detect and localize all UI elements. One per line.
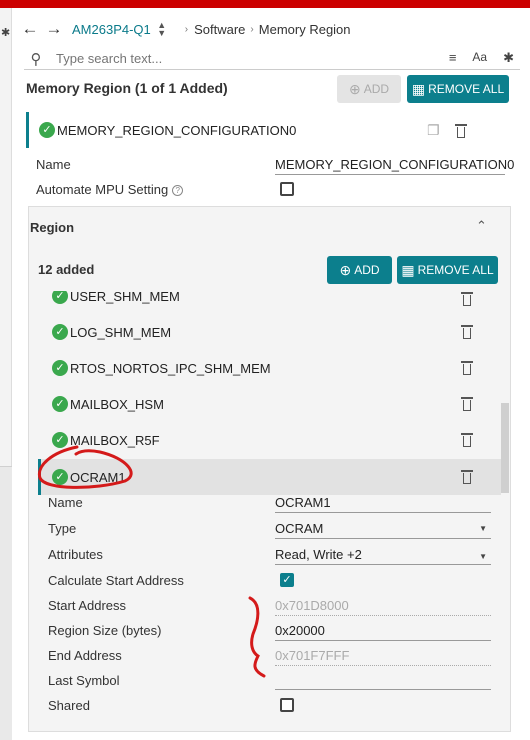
trash-icon[interactable] xyxy=(461,325,473,339)
list-item-label: LOG_SHM_MEM xyxy=(70,324,172,340)
list-view-icon[interactable]: ≡ xyxy=(449,50,457,66)
remove-all-label: REMOVE ALL xyxy=(428,82,505,96)
font-size-icon[interactable]: Aa xyxy=(472,50,487,66)
list-item[interactable]: ✓ RTOS_NORTOS_IPC_SHM_MEM xyxy=(38,350,501,386)
config-instance-label: MEMORY_REGION_CONFIGURATION0 xyxy=(57,122,297,138)
config-instance-row[interactable]: ✓ MEMORY_REGION_CONFIGURATION0 ❐ xyxy=(26,112,510,148)
remove-all-region-button[interactable]: ▦ REMOVE ALL xyxy=(397,256,498,284)
list-item[interactable]: ✓ LOG_SHM_MEM xyxy=(38,314,501,350)
automate-mpu-label: Automate MPU Setting? xyxy=(36,182,184,197)
asterisk-icon[interactable]: ✱ xyxy=(503,50,514,66)
add-region-button[interactable]: ⊕ ADD xyxy=(327,256,392,284)
search-icon: ⚲ xyxy=(30,50,42,68)
last-symbol-label: Last Symbol xyxy=(48,673,120,688)
device-selector[interactable]: AM263P4-Q1 xyxy=(72,22,151,37)
automate-mpu-text: Automate MPU Setting xyxy=(36,182,169,197)
sort-updown-icon[interactable]: ▲ ▼ xyxy=(151,21,173,38)
list-item-label: USER_SHM_MEM xyxy=(70,291,180,304)
search-input[interactable] xyxy=(56,51,406,66)
breadcrumb-software[interactable]: Software xyxy=(194,22,245,37)
add-memory-region-button[interactable]: ⊕ ADD xyxy=(337,75,401,103)
attributes-value: Read, Write +2 xyxy=(275,547,362,562)
left-panel-box xyxy=(0,466,12,740)
add-circle-icon: ⊕ xyxy=(339,261,352,278)
config-name-label: Name xyxy=(36,157,71,172)
left-side-panel: ✱ xyxy=(0,8,12,740)
delete-list-icon: ▦ xyxy=(401,261,415,278)
dropdown-arrow-icon: ▼ xyxy=(479,552,487,561)
breadcrumb-memory-region[interactable]: Memory Region xyxy=(259,22,351,37)
region-size-field[interactable]: 0x20000 xyxy=(275,623,491,641)
arrow-right-icon[interactable]: → xyxy=(42,19,66,39)
properties-panel: ← → AM263P4-Q1 ▲ ▼ › Software › Memory Re… xyxy=(18,8,530,732)
help-icon[interactable]: ? xyxy=(172,185,184,197)
end-address-label: End Address xyxy=(48,648,122,663)
calc-start-checkbox[interactable]: ✓ xyxy=(280,573,294,587)
trash-icon[interactable] xyxy=(461,397,473,411)
asterisk-icon[interactable]: ✱ xyxy=(1,26,10,39)
start-address-field[interactable]: 0x701D8000 xyxy=(275,598,491,616)
automate-mpu-checkbox[interactable] xyxy=(280,182,294,196)
list-item[interactable]: ✓ MAILBOX_R5F xyxy=(38,422,501,458)
chevron-up-icon[interactable]: ⌃ xyxy=(476,218,487,234)
remove-all-label: REMOVE ALL xyxy=(417,263,494,277)
delete-list-icon: ▦ xyxy=(411,80,426,97)
attributes-label: Attributes xyxy=(48,547,103,562)
trash-icon[interactable] xyxy=(461,361,473,375)
region-name-label: Name xyxy=(48,495,83,510)
type-label: Type xyxy=(48,521,77,536)
type-value: OCRAM xyxy=(275,521,324,536)
list-item-label: MAILBOX_HSM xyxy=(70,396,164,412)
trash-icon[interactable] xyxy=(461,470,473,484)
region-list: ✓ USER_SHM_MEM ✓ LOG_SHM_MEM ✓ RTOS_NORT… xyxy=(38,291,501,496)
list-item[interactable]: ✓ MAILBOX_HSM xyxy=(38,386,501,422)
type-select[interactable]: OCRAM ▼ xyxy=(275,521,491,539)
chevron-right-icon: › xyxy=(250,23,254,35)
region-count: 12 added xyxy=(38,262,95,277)
check-circle-icon: ✓ xyxy=(52,291,68,304)
shared-label: Shared xyxy=(48,698,90,713)
region-name-field[interactable]: OCRAM1 xyxy=(275,495,491,513)
trash-icon[interactable] xyxy=(461,292,473,306)
list-item-label: RTOS_NORTOS_IPC_SHM_MEM xyxy=(70,360,271,376)
check-circle-icon: ✓ xyxy=(52,396,68,412)
region-size-label: Region Size (bytes) xyxy=(48,623,162,638)
end-address-field[interactable]: 0x701F7FFF xyxy=(275,648,491,666)
trash-icon[interactable] xyxy=(455,124,467,138)
check-circle-icon: ✓ xyxy=(52,360,68,376)
search-bar: ⚲ ≡ Aa ✱ xyxy=(24,48,520,70)
breadcrumb: ← → AM263P4-Q1 ▲ ▼ › Software › Memory Re… xyxy=(18,16,518,42)
chevron-right-icon: › xyxy=(184,23,189,35)
arrow-left-icon[interactable]: ← xyxy=(18,19,42,39)
memory-region-title: Memory Region (1 of 1 Added) xyxy=(26,80,228,96)
check-circle-icon: ✓ xyxy=(39,122,55,138)
list-scrollbar[interactable] xyxy=(501,403,509,493)
add-label: ADD xyxy=(363,82,390,96)
config-name-field[interactable]: MEMORY_REGION_CONFIGURATION0 xyxy=(275,157,514,175)
add-label: ADD xyxy=(354,263,380,277)
dropdown-arrow-icon: ▼ xyxy=(479,524,487,533)
shared-checkbox[interactable] xyxy=(280,698,294,712)
check-circle-icon: ✓ xyxy=(52,469,68,485)
list-item-label: MAILBOX_R5F xyxy=(70,432,160,448)
top-brand-bar xyxy=(0,0,530,8)
list-item[interactable]: ✓ USER_SHM_MEM xyxy=(38,291,501,314)
add-circle-icon: ⊕ xyxy=(348,80,361,97)
check-circle-icon: ✓ xyxy=(52,324,68,340)
calc-start-label: Calculate Start Address xyxy=(48,573,184,588)
copy-icon[interactable]: ❐ xyxy=(427,122,440,139)
check-circle-icon: ✓ xyxy=(52,432,68,448)
start-address-label: Start Address xyxy=(48,598,127,613)
list-item-label: OCRAM1 xyxy=(70,469,126,485)
region-header[interactable]: Region xyxy=(30,220,74,235)
last-symbol-field[interactable] xyxy=(275,673,491,690)
remove-all-memory-region-button[interactable]: ▦ REMOVE ALL xyxy=(407,75,509,103)
list-item-selected[interactable]: ✓ OCRAM1 xyxy=(38,459,501,495)
trash-icon[interactable] xyxy=(461,433,473,447)
attributes-select[interactable]: Read, Write +2 ▼ xyxy=(275,547,491,565)
